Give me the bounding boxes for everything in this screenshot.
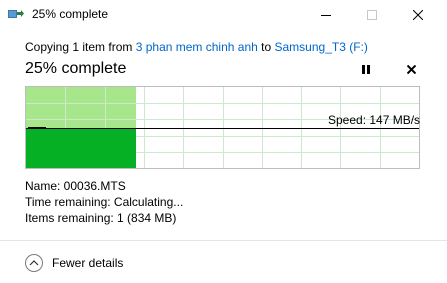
speed-graph-canvas (26, 87, 419, 168)
title-bar: 25% complete (0, 0, 447, 30)
source-link[interactable]: 3 phan mem chinh anh (136, 40, 258, 54)
maximize-button[interactable] (349, 0, 395, 30)
minimize-button[interactable] (303, 0, 349, 30)
close-icon (413, 10, 423, 20)
pause-button[interactable] (359, 63, 373, 77)
pause-icon (362, 63, 370, 77)
chevron-up-icon (25, 254, 43, 272)
cancel-icon (406, 63, 416, 77)
cancel-button[interactable] (404, 63, 418, 77)
maximize-icon (367, 10, 377, 20)
progress-title: 25% complete (25, 60, 127, 77)
fewer-details-button[interactable]: Fewer details (25, 253, 123, 273)
minimize-icon (321, 14, 331, 16)
speed-area (26, 129, 136, 168)
copy-prefix: Copying 1 item from (25, 40, 136, 54)
file-name: Name: 00036.MTS (25, 179, 126, 193)
close-button[interactable] (395, 0, 441, 30)
copy-middle: to (257, 40, 275, 54)
time-remaining: Time remaining: Calculating... (25, 195, 184, 209)
copy-description: Copying 1 item from 3 phan mem chinh anh… (25, 40, 368, 54)
fewer-details-label: Fewer details (52, 256, 124, 270)
speed-graph (25, 86, 420, 169)
destination-link[interactable]: Samsung_T3 (F:) (275, 40, 368, 54)
items-remaining: Items remaining: 1 (834 MB) (25, 211, 177, 225)
footer-divider (0, 240, 447, 241)
speed-label: Speed: 147 MB/s (328, 113, 421, 127)
copy-arrow-icon (8, 8, 24, 22)
window-title: 25% complete (32, 7, 109, 21)
